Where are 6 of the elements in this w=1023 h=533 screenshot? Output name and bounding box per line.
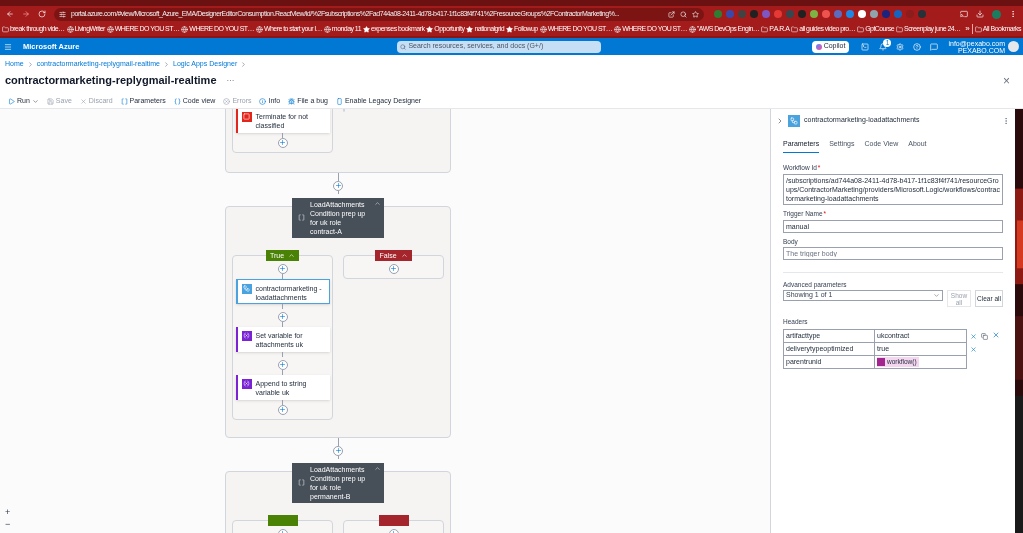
zoom-out-button[interactable]: − — [5, 520, 11, 529]
page-title: contractormarketing-replygmail-realtime — [5, 73, 217, 89]
more-button[interactable]: ··· — [226, 74, 235, 87]
close-button[interactable]: × — [1003, 71, 1010, 90]
more-bookmarks[interactable]: » — [965, 23, 970, 35]
zoom-in-button[interactable]: + — [5, 508, 11, 517]
